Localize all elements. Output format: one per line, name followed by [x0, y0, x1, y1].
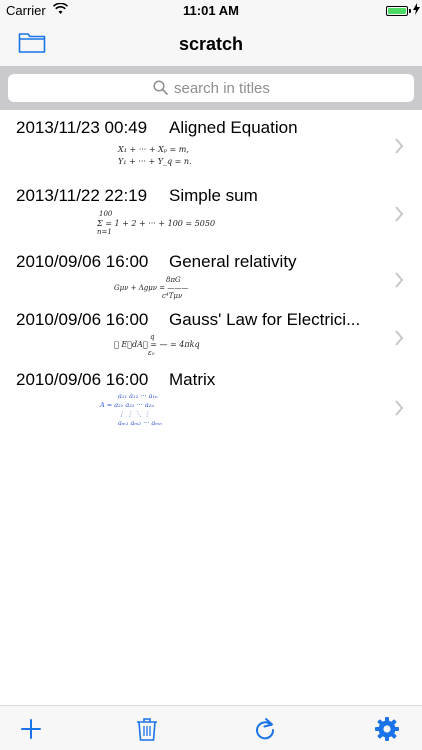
chevron-right-icon: [395, 206, 404, 222]
item-formula-preview: a₁₁ a₁₂ ··· a₁ₙ A = a₂₁ a₂₂ ··· a₂ₙ ⋮ ⋮ …: [100, 392, 162, 427]
search-icon: [153, 80, 168, 95]
item-formula-preview: X₁ + ··· + Xₚ = m, Y₁ + ··· + Y_q = n.: [118, 145, 192, 166]
battery-icon: [386, 6, 408, 16]
chevron-right-icon: [395, 138, 404, 154]
page-title: scratch: [178, 34, 244, 54]
trash-icon[interactable]: [134, 716, 160, 742]
list-item[interactable]: 2010/09/06 16:00 Gauss' Law for Electric…: [0, 302, 422, 362]
battery-cap: [409, 9, 411, 13]
item-title: Aligned Equation: [169, 118, 298, 137]
status-bar: Carrier 11:01 AM: [0, 0, 422, 22]
refresh-icon[interactable]: [252, 716, 278, 742]
bottom-toolbar: [0, 705, 422, 750]
chevron-right-icon: [395, 272, 404, 288]
status-time: 11:01 AM: [183, 3, 239, 18]
navigation-bar: scratch: [0, 22, 422, 66]
item-formula-preview: q ∮ E⃗dA⃗ = — = 4πkq ε₀: [114, 333, 200, 357]
search-input[interactable]: [174, 74, 374, 102]
list-item[interactable]: 2013/11/23 00:49 Aligned Equation X₁ + ·…: [0, 110, 422, 178]
chevron-right-icon: [395, 330, 404, 346]
item-title: Matrix: [169, 370, 216, 389]
item-date: 2010/09/06 16:00: [16, 310, 149, 329]
charging-bolt-icon: [413, 3, 420, 15]
item-formula-preview: 8πG Gμν + Λgμν = ——— c⁴Tμν: [114, 276, 189, 300]
search-bar: [0, 66, 422, 110]
chevron-right-icon: [395, 400, 404, 416]
list-item[interactable]: 2010/09/06 16:00 Matrix a₁₁ a₁₂ ··· a₁ₙ …: [0, 362, 422, 438]
item-title: Gauss' Law for Electrici...: [169, 310, 361, 329]
item-title: Simple sum: [169, 186, 258, 205]
item-date: 2010/09/06 16:00: [16, 370, 149, 389]
item-date: 2013/11/22 22:19: [16, 186, 148, 205]
notes-list: 2013/11/23 00:49 Aligned Equation X₁ + ·…: [0, 110, 422, 438]
item-date: 2010/09/06 16:00: [16, 252, 149, 271]
item-formula-preview: 100 Σ = 1 + 2 + ··· + 100 = 5050 n=1: [97, 210, 216, 236]
search-field[interactable]: [8, 74, 414, 102]
add-icon[interactable]: [18, 716, 44, 742]
item-title: General relativity: [169, 252, 297, 271]
list-item[interactable]: 2013/11/22 22:19 Simple sum 100 Σ = 1 + …: [0, 178, 422, 244]
list-item[interactable]: 2010/09/06 16:00 General relativity 8πG …: [0, 244, 422, 302]
gear-icon[interactable]: [374, 716, 400, 742]
item-date: 2013/11/23 00:49: [16, 118, 148, 137]
